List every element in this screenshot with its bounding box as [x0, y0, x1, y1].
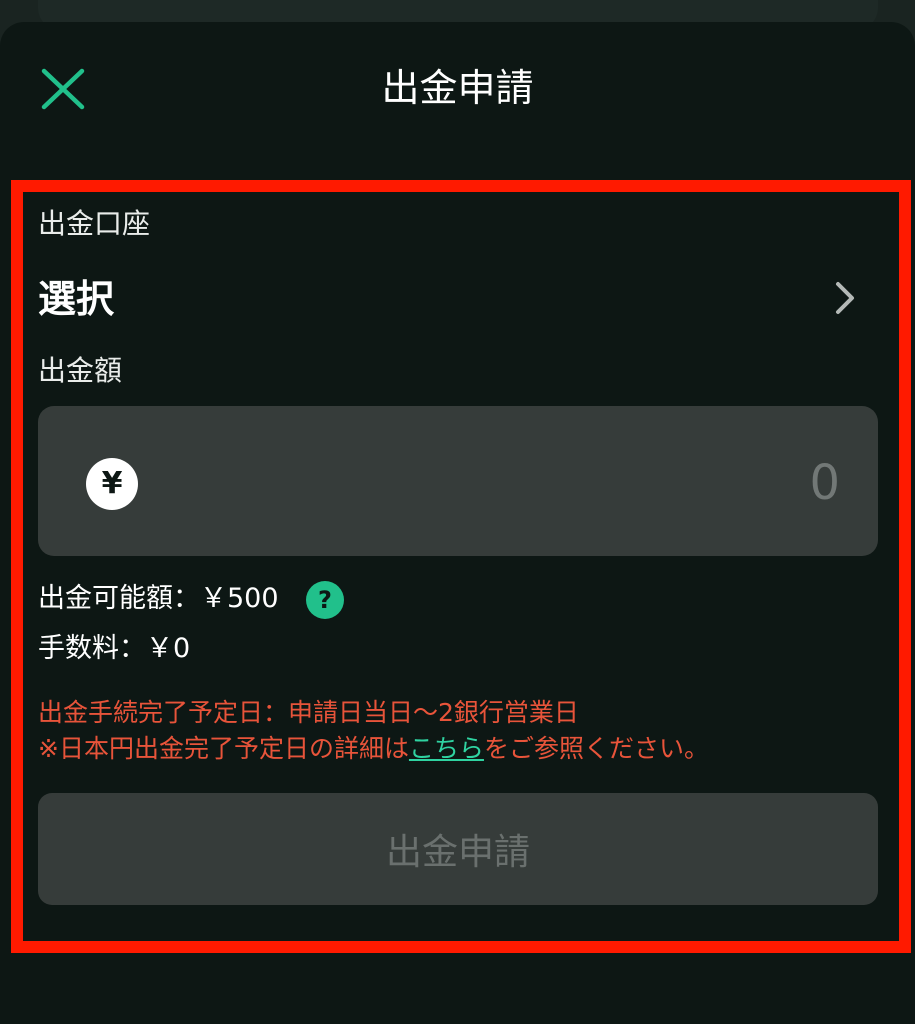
details-link[interactable]: こちら [409, 734, 484, 763]
notice-line-1: 出金手続完了予定日：申請日当日〜2銀行営業日 [38, 698, 579, 727]
fee-text: 手数料：￥0 [38, 633, 191, 664]
amount-field[interactable]: ¥ [38, 406, 878, 556]
account-label: 出金口座 [38, 207, 151, 240]
account-select-value: 選択 [38, 277, 115, 321]
help-icon[interactable]: ? [306, 581, 344, 619]
amount-label: 出金額 [38, 354, 123, 387]
notice-line-2-prefix: ※日本円出金完了予定日の詳細は [38, 734, 409, 763]
submit-withdrawal-button[interactable]: 出金申請 [38, 793, 878, 905]
amount-input[interactable] [538, 450, 842, 516]
account-select[interactable]: 選択 [38, 268, 868, 328]
page-title: 出金申請 [381, 66, 534, 110]
available-amount: 出金可能額：￥500 [38, 583, 279, 614]
notice-line-2-suffix: をご参照ください。 [483, 734, 709, 763]
completion-notice: 出金手続完了予定日：申請日当日〜2銀行営業日 ※日本円出金完了予定日の詳細はこち… [38, 695, 878, 767]
chevron-right-icon [836, 282, 854, 314]
yen-icon: ¥ [86, 458, 138, 510]
notice-line-2: ※日本円出金完了予定日の詳細はこちらをご参照ください。 [38, 731, 878, 767]
